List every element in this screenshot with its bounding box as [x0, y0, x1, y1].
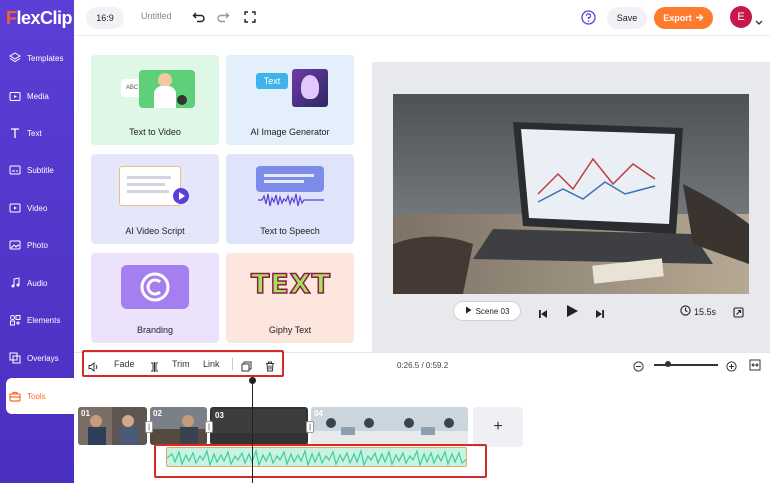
- text-to-speech-illustration: [256, 166, 326, 210]
- tool-card-ai-image-generator[interactable]: Text AI Image Generator: [226, 55, 354, 145]
- timeline-clip[interactable]: 04: [311, 407, 468, 445]
- preview-controls: Scene 03 15.5s: [372, 294, 770, 330]
- sidebar-item-audio[interactable]: Audio: [0, 265, 74, 301]
- chevron-down-icon[interactable]: [755, 13, 763, 31]
- timeline-clip[interactable]: 03: [210, 407, 308, 445]
- play-icon[interactable]: [566, 304, 579, 323]
- video-preview[interactable]: [393, 94, 749, 294]
- expand-icon[interactable]: [733, 305, 744, 323]
- sidebar-item-media[interactable]: Media: [0, 78, 74, 114]
- tools-panel: ABC Text to Video Text AI Image Generato…: [74, 37, 372, 349]
- split-icon[interactable]: [149, 359, 160, 377]
- tool-card-ai-video-script[interactable]: AI Video Script: [91, 154, 219, 244]
- ai-image-illustration: Text: [254, 69, 330, 109]
- zoom-slider-handle[interactable]: [665, 361, 671, 367]
- duplicate-icon[interactable]: [241, 359, 252, 377]
- layers-icon: [9, 52, 21, 64]
- skip-back-icon[interactable]: [538, 306, 548, 324]
- divider: [232, 358, 233, 370]
- undo-icon[interactable]: [191, 9, 207, 25]
- timeline-clip[interactable]: 01: [78, 407, 147, 445]
- zoom-slider[interactable]: [654, 364, 718, 366]
- giphy-text-illustration: TEXT: [250, 268, 332, 301]
- app-logo[interactable]: FlexClip: [6, 8, 73, 29]
- save-button[interactable]: Save: [607, 7, 647, 29]
- toolbox-icon: [9, 390, 21, 402]
- tool-card-text-to-speech[interactable]: Text to Speech: [226, 154, 354, 244]
- sidebar: FlexClip Templates Media Text Subtitle V…: [0, 0, 74, 483]
- add-scene-button[interactable]: +: [473, 407, 523, 447]
- clock-icon: [680, 305, 691, 318]
- subtitle-icon: [9, 164, 21, 176]
- playhead[interactable]: [252, 377, 253, 483]
- sidebar-item-elements[interactable]: Elements: [0, 302, 74, 338]
- text-to-video-illustration: ABC: [121, 67, 197, 109]
- playhead-handle[interactable]: [249, 377, 256, 384]
- transition-handle[interactable]: |: [205, 421, 213, 433]
- top-bar: 16:9 Untitled Save Export E: [74, 0, 770, 36]
- audio-track[interactable]: [166, 447, 467, 467]
- avatar[interactable]: E: [730, 6, 752, 28]
- timeline-clip[interactable]: 02: [150, 407, 207, 445]
- transition-handle[interactable]: |: [145, 421, 153, 433]
- fullscreen-icon[interactable]: [242, 9, 258, 25]
- tool-card-text-to-video[interactable]: ABC Text to Video: [91, 55, 219, 145]
- video-icon: [9, 202, 21, 214]
- fit-timeline-icon[interactable]: [749, 358, 761, 376]
- zoom-in-icon[interactable]: [726, 359, 737, 377]
- sidebar-item-photo[interactable]: Photo: [0, 227, 74, 263]
- elements-icon: [9, 314, 21, 326]
- tool-card-giphy-text[interactable]: TEXT Giphy Text: [226, 253, 354, 343]
- tool-card-branding[interactable]: Branding: [91, 253, 219, 343]
- sidebar-item-templates[interactable]: Templates: [0, 40, 74, 76]
- link-button[interactable]: Link: [203, 359, 220, 369]
- sidebar-item-tools[interactable]: Tools: [6, 378, 74, 414]
- help-icon[interactable]: [580, 9, 596, 25]
- sidebar-item-video[interactable]: Video: [0, 190, 74, 226]
- text-icon: [9, 127, 21, 139]
- play-icon: [465, 306, 472, 316]
- timeline-toolbar: Fade Trim Link: [82, 350, 284, 377]
- overlays-icon: [9, 352, 21, 364]
- photo-icon: [9, 239, 21, 251]
- trim-button[interactable]: Trim: [172, 359, 190, 369]
- sidebar-item-text[interactable]: Text: [0, 115, 74, 151]
- aspect-ratio-button[interactable]: 16:9: [86, 7, 124, 29]
- export-button[interactable]: Export: [654, 7, 713, 29]
- sidebar-item-overlays[interactable]: Overlays: [0, 340, 74, 376]
- zoom-out-icon[interactable]: [633, 359, 644, 377]
- fade-button[interactable]: Fade: [114, 359, 135, 369]
- branding-illustration: [121, 265, 189, 309]
- arrow-right-icon: [695, 13, 704, 24]
- transition-handle[interactable]: |: [306, 421, 314, 433]
- redo-icon[interactable]: [215, 9, 231, 25]
- video-script-illustration: [119, 166, 189, 210]
- project-title[interactable]: Untitled: [141, 11, 172, 21]
- folder-icon: [9, 90, 21, 102]
- timeline-time: 0:26.5 / 0:59.2: [397, 361, 449, 370]
- sidebar-item-subtitle[interactable]: Subtitle: [0, 152, 74, 188]
- trash-icon[interactable]: [265, 359, 275, 377]
- scene-duration[interactable]: 15.5s: [680, 305, 716, 318]
- volume-icon[interactable]: [88, 359, 99, 377]
- skip-forward-icon[interactable]: [595, 306, 605, 324]
- scene-play-button[interactable]: Scene 03: [453, 301, 521, 321]
- music-icon: [9, 277, 21, 289]
